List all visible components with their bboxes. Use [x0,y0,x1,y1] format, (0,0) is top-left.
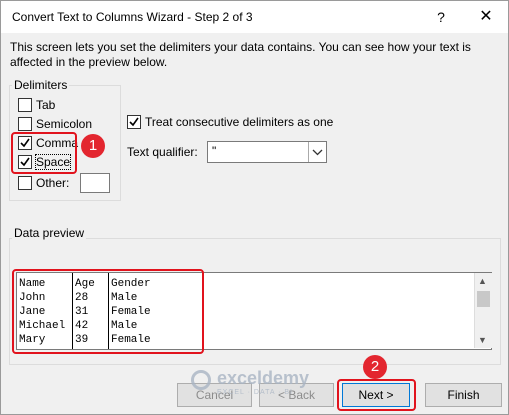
tab-label: Tab [36,98,56,112]
other-label: Other: [36,176,70,190]
step-badge-2: 2 [363,355,387,379]
chevron-down-icon [312,149,323,156]
comma-space-highlight [11,132,77,174]
semicolon-checkbox[interactable] [18,117,32,131]
text-qualifier-label: Text qualifier: [127,145,198,159]
consecutive-label: Treat consecutive delimiters as one [145,115,334,129]
close-icon[interactable]: ✕ [475,7,497,27]
scroll-up-icon[interactable]: ▲ [478,276,487,286]
dropdown-button[interactable] [308,142,326,162]
data-preview-highlight [12,269,204,354]
title-bar: Convert Text to Columns Wizard - Step 2 … [1,1,508,33]
data-preview-title: Data preview [12,226,87,240]
intro-text: This screen lets you set the delimiters … [10,40,471,69]
help-icon[interactable]: ? [431,7,451,27]
semicolon-label: Semicolon [36,117,93,131]
delimiters-group-title: Delimiters [12,78,70,92]
window-title: Convert Text to Columns Wizard - Step 2 … [12,10,253,24]
text-qualifier-value: " [212,144,217,158]
text-to-columns-dialog: Convert Text to Columns Wizard - Step 2 … [0,0,509,415]
text-qualifier-select[interactable]: " [207,141,327,163]
consecutive-checkbox[interactable] [127,115,141,129]
watermark-name: exceldemy [217,368,310,388]
scroll-thumb[interactable] [477,291,490,307]
other-checkbox[interactable] [18,176,32,190]
watermark-tagline: EXCEL · DATA · BI [217,389,293,396]
next-button-highlight [337,379,416,411]
checkmark-icon [129,117,139,127]
exceldemy-logo-icon [191,370,211,390]
preview-scrollbar[interactable]: ▲ ▼ [474,273,492,348]
scroll-down-icon[interactable]: ▼ [478,335,487,345]
finish-button[interactable]: Finish [425,383,502,407]
tab-checkbox[interactable] [18,98,32,112]
step-badge-1: 1 [81,134,105,158]
other-delimiter-input[interactable] [80,173,110,193]
